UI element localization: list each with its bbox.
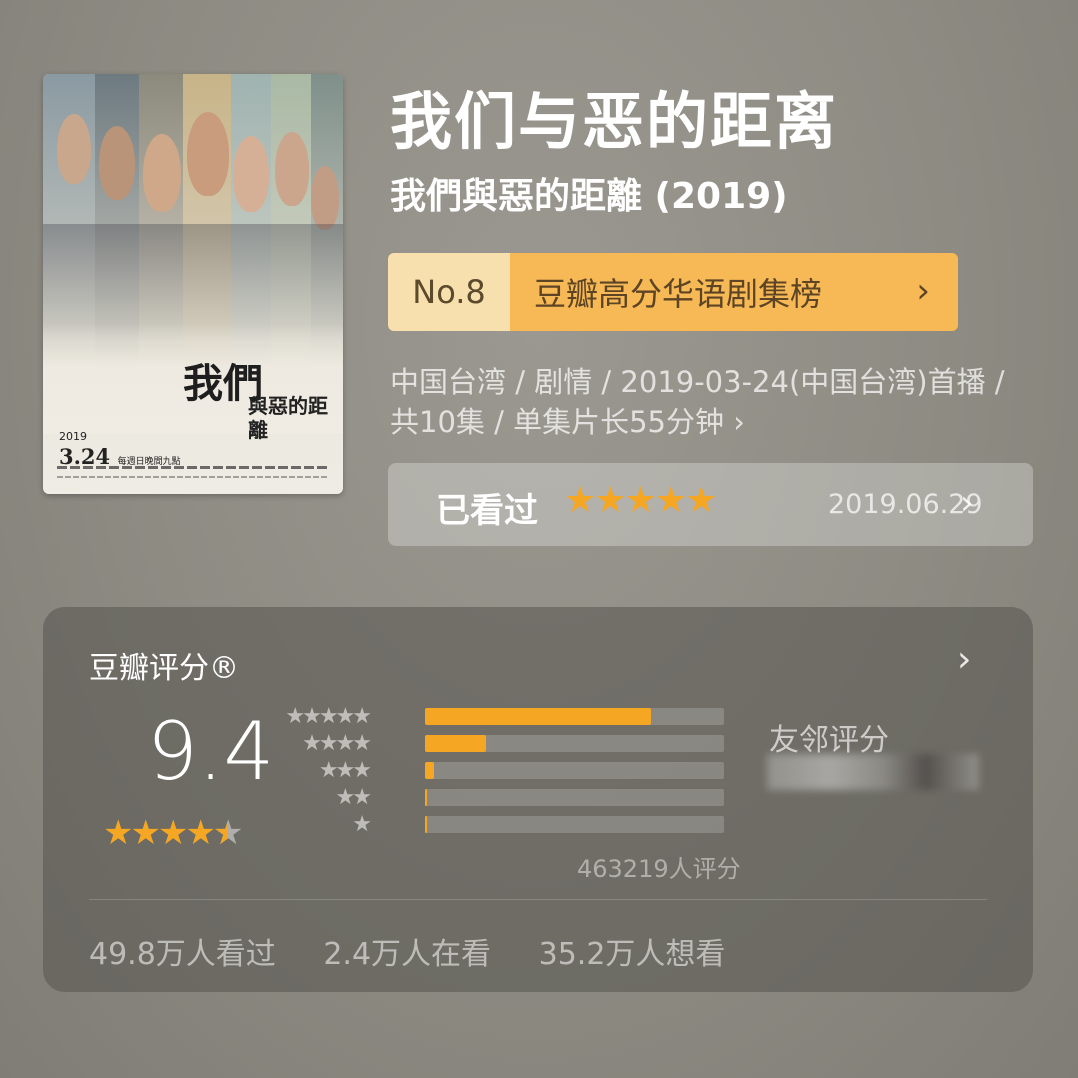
chevron-right-icon[interactable]: › — [957, 639, 971, 680]
page-title: 我们与恶的距离 — [390, 85, 839, 158]
rank-list-name: 豆瓣高分华语剧集榜 — [534, 275, 823, 313]
rating-stars: ★★★★★ — [103, 813, 244, 853]
star-icon: ★ — [157, 813, 189, 853]
rank-banner[interactable]: No.8 豆瓣高分华语剧集榜 › — [388, 253, 958, 331]
show-meta[interactable]: 中国台湾 / 剧情 / 2019-03-24(中国台湾)首播 / 共10集 / … — [390, 362, 1040, 442]
friends-rating-avatars[interactable] — [767, 754, 979, 790]
distribution-track — [425, 789, 724, 806]
rank-list-link[interactable]: 豆瓣高分华语剧集榜 › — [510, 253, 958, 331]
original-title: 我們與惡的距離 (2019) — [390, 176, 788, 217]
poster-subtitle-text: 與惡的距離 — [248, 394, 328, 442]
douban-rating-card: 豆瓣评分® › 9.4 ★★★★★ ★★★★★ ★★★★ ★★★ ★★ ★ 46… — [43, 607, 1033, 992]
distribution-bar — [425, 816, 428, 833]
star-level-label: ★★★ — [318, 758, 372, 783]
friends-rating-label: 友邻评分 — [769, 723, 889, 758]
my-rating-card[interactable]: 已看过 ★★★★★ 2019.06.29 › — [388, 463, 1033, 546]
poster-date: 2019 3.24 每週日晚間九點 — [59, 430, 181, 470]
rating-distribution: ★★★★★ ★★★★ ★★★ ★★ ★ — [285, 704, 725, 840]
poster-year: 2019 — [59, 430, 87, 443]
distribution-bar — [425, 735, 486, 752]
poster-credits-small — [57, 476, 329, 478]
distribution-track — [425, 735, 724, 752]
star-level-label: ★★★★★ — [285, 704, 372, 729]
stat-watched[interactable]: 49.8万人看过 — [89, 937, 276, 972]
stat-want[interactable]: 35.2万人想看 — [539, 937, 726, 972]
distribution-row: ★★★★★ — [285, 704, 725, 732]
my-rating-stars: ★★★★★ — [564, 480, 717, 521]
audience-stats: 49.8万人看过 2.4万人在看 35.2万人想看 — [89, 929, 763, 973]
half-star-icon: ★ — [213, 813, 244, 853]
poster-day: 3.24 — [59, 443, 111, 469]
star-level-label: ★★★★ — [302, 731, 372, 756]
meta-line-region-genre: 中国台湾 / 剧情 / 2019-03-24(中国台湾)首播 / — [390, 365, 1005, 399]
poster-image[interactable]: 我們 與惡的距離 2019 3.24 每週日晚間九點 — [43, 74, 343, 494]
star-icon: ★ — [130, 813, 161, 853]
star-level-label: ★ — [352, 812, 372, 837]
divider — [89, 899, 987, 900]
distribution-bar — [425, 762, 435, 779]
poster-credits — [57, 466, 329, 469]
distribution-track — [425, 708, 724, 725]
rating-score: 9.4 — [147, 705, 275, 798]
watched-label: 已看过 — [436, 491, 538, 531]
stat-watching[interactable]: 2.4万人在看 — [323, 937, 491, 972]
distribution-track — [425, 816, 724, 833]
distribution-row: ★★★★ — [302, 731, 725, 759]
meta-line-episodes[interactable]: 共10集 / 单集片长55分钟 › — [390, 402, 1040, 442]
distribution-bar — [425, 708, 652, 725]
rating-count: 463219人评分 — [577, 855, 741, 883]
distribution-row: ★★ — [305, 785, 725, 813]
star-level-label: ★★ — [335, 785, 372, 810]
rank-number: No.8 — [388, 253, 510, 331]
distribution-track — [425, 762, 724, 779]
star-icon: ★ — [103, 813, 134, 853]
chevron-right-icon: › — [960, 483, 974, 523]
chevron-right-icon: › — [916, 271, 930, 311]
distribution-row: ★ — [305, 812, 725, 840]
distribution-bar — [425, 789, 428, 806]
star-icon: ★ — [185, 813, 216, 853]
rating-header: 豆瓣评分® — [89, 651, 239, 686]
distribution-row: ★★★ — [305, 758, 725, 786]
